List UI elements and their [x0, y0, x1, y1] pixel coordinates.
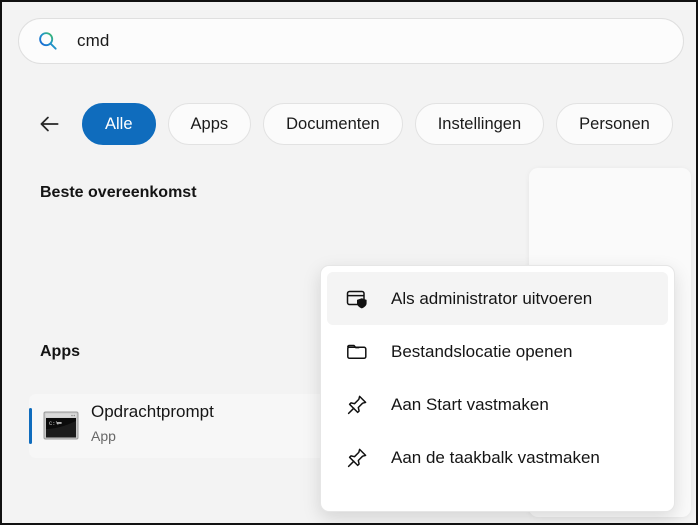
tab-apps[interactable]: Apps — [167, 103, 252, 145]
back-arrow-icon[interactable] — [36, 111, 62, 137]
result-title: Opdrachtprompt — [91, 402, 214, 421]
menu-item-label: Als administrator uitvoeren — [391, 288, 593, 308]
result-subtitle: App — [91, 428, 116, 444]
menu-item-pin-to-taskbar[interactable]: Aan de taakbalk vastmaken — [327, 431, 668, 484]
tab-documenten[interactable]: Documenten — [263, 103, 403, 145]
menu-item-open-file-location[interactable]: Bestandslocatie openen — [327, 325, 668, 378]
tab-instellingen[interactable]: Instellingen — [414, 103, 545, 145]
tab-personen[interactable]: Personen — [556, 103, 673, 145]
menu-item-run-as-administrator[interactable]: Als administrator uitvoeren — [327, 272, 668, 325]
pin-icon — [347, 448, 367, 467]
menu-item-label: Aan Start vastmaken — [391, 394, 549, 414]
pin-icon — [347, 395, 367, 414]
search-flyout-window: cmd Alle Apps Documenten Instellingen Pe… — [0, 0, 698, 525]
command-prompt-icon: C:\ — [43, 411, 79, 440]
folder-icon — [347, 344, 367, 359]
selection-indicator — [29, 408, 32, 444]
search-icon — [39, 32, 57, 50]
section-header-apps: Apps — [40, 343, 80, 360]
filter-tabs: Alle Apps Documenten Instellingen Person… — [2, 96, 696, 152]
search-box[interactable]: cmd — [18, 18, 684, 64]
context-menu: Als administrator uitvoeren Bestandsloca… — [320, 265, 675, 512]
search-input[interactable]: cmd — [77, 31, 109, 51]
menu-item-label: Aan de taakbalk vastmaken — [391, 447, 600, 467]
menu-item-pin-to-start[interactable]: Aan Start vastmaken — [327, 378, 668, 431]
svg-text:C:\: C:\ — [49, 421, 59, 427]
shield-window-icon — [346, 290, 367, 308]
menu-item-label: Bestandslocatie openen — [391, 341, 573, 361]
tab-alle[interactable]: Alle — [82, 103, 156, 145]
section-header-best-match: Beste overeenkomst — [40, 184, 197, 201]
